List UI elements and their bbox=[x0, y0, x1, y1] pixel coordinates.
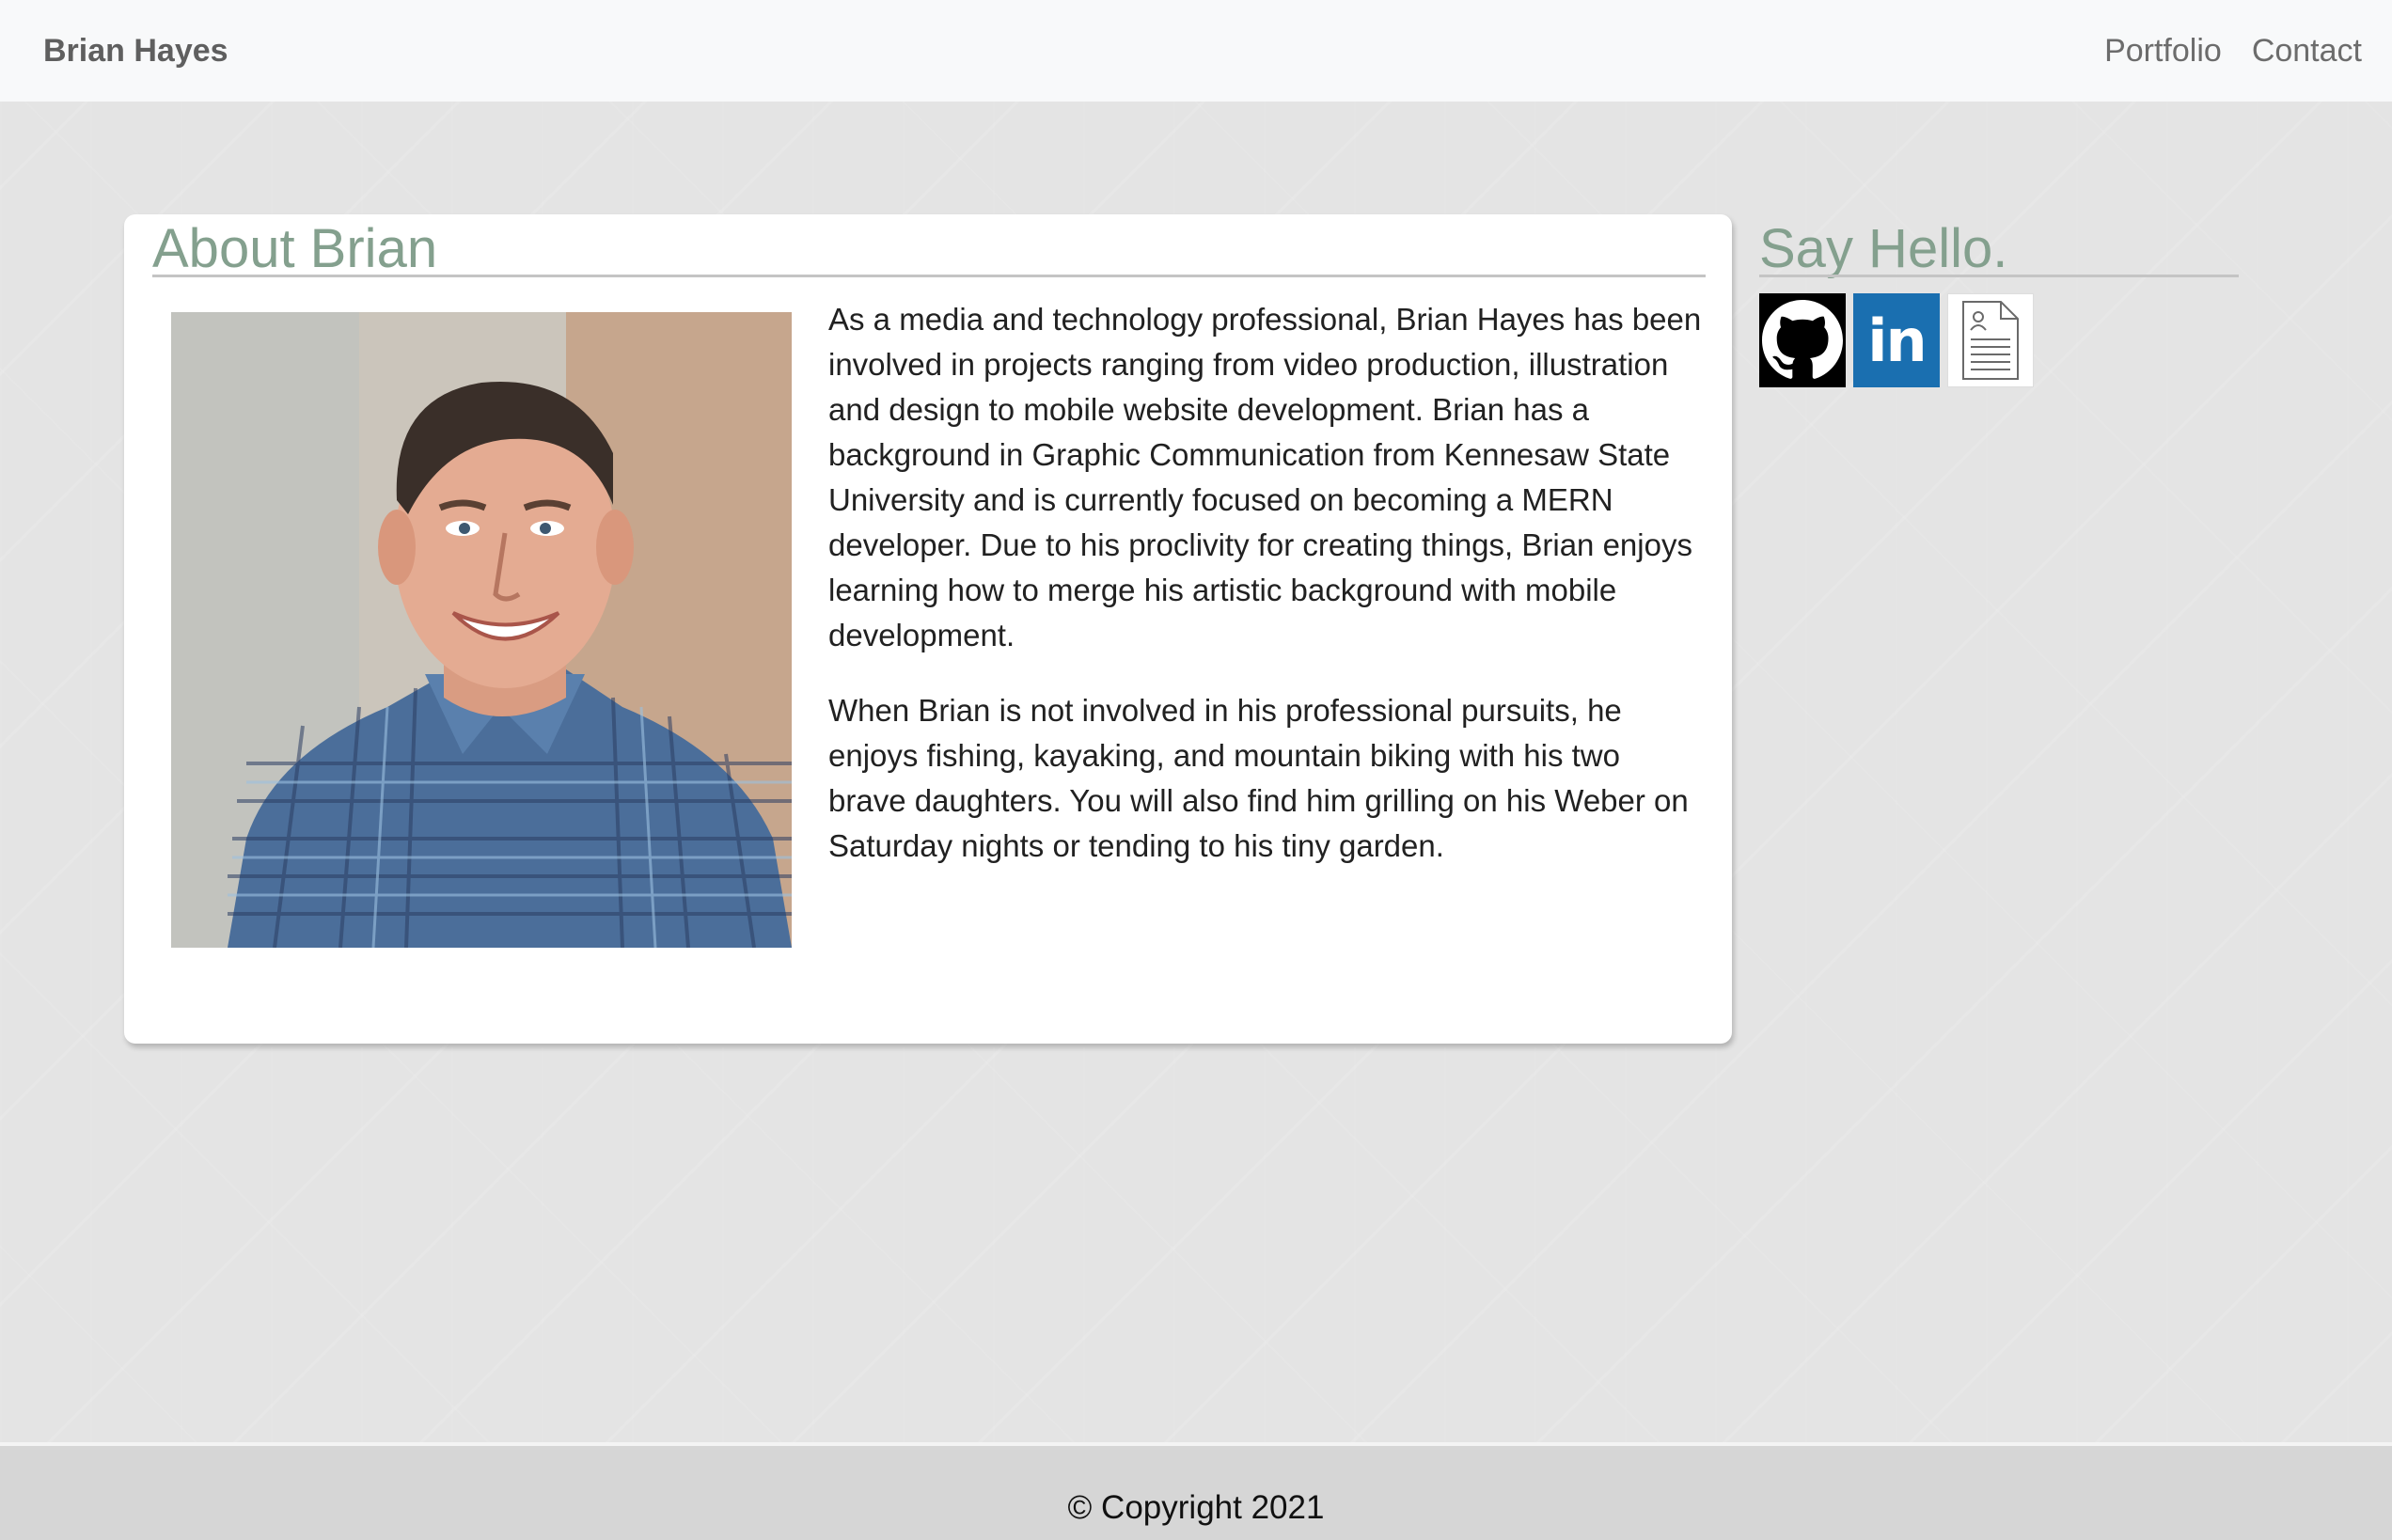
say-hello-divider bbox=[1759, 275, 2239, 277]
github-link[interactable] bbox=[1759, 293, 1846, 387]
linkedin-icon: in bbox=[1867, 306, 1927, 375]
resume-document-icon bbox=[1962, 301, 2019, 380]
linkedin-link[interactable]: in bbox=[1853, 293, 1940, 387]
copyright-text: © Copyright 2021 bbox=[1067, 1489, 1325, 1526]
footer: © Copyright 2021 bbox=[0, 1442, 2392, 1540]
about-card: About Brian As a media and technology pr… bbox=[124, 214, 1732, 1044]
about-title: About Brian bbox=[152, 218, 438, 279]
bio-paragraph: As a media and technology professional, … bbox=[828, 302, 1702, 652]
bio-paragraph: When Brian is not involved in his profes… bbox=[828, 693, 1689, 863]
about-divider bbox=[152, 275, 1706, 277]
nav-link-contact[interactable]: Contact bbox=[2252, 33, 2362, 70]
profile-photo bbox=[171, 312, 792, 948]
nav-links: Portfolio Contact bbox=[2104, 33, 2362, 70]
resume-link[interactable] bbox=[1947, 293, 2034, 387]
brand-link[interactable]: Brian Hayes bbox=[43, 33, 228, 70]
navbar: Brian Hayes Portfolio Contact bbox=[0, 0, 2392, 102]
bio-text: As a media and technology professional, … bbox=[828, 297, 1703, 899]
say-hello-title: Say Hello. bbox=[1759, 218, 2008, 279]
nav-link-portfolio[interactable]: Portfolio bbox=[2104, 33, 2222, 70]
github-icon bbox=[1762, 300, 1843, 379]
